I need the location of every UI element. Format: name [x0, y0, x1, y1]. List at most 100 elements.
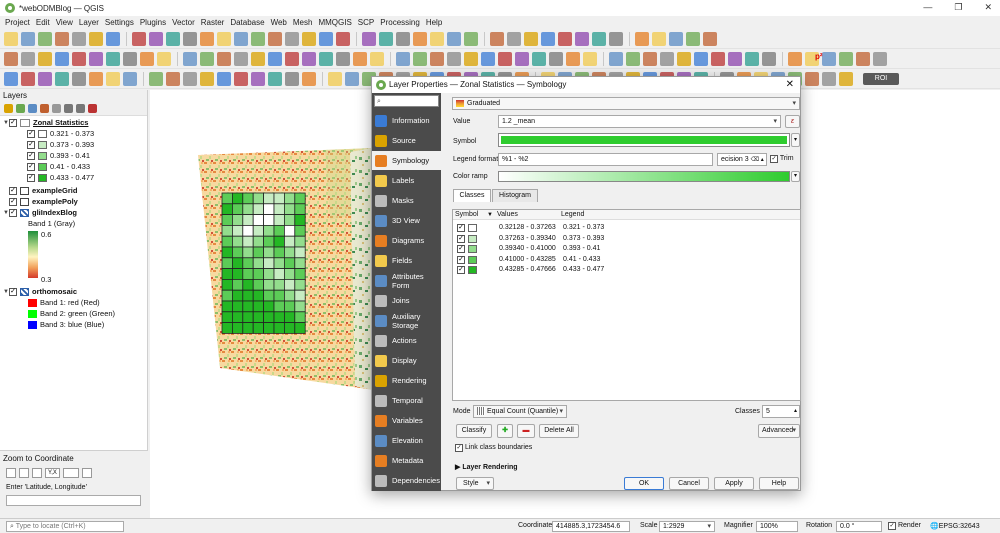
render-checkbox[interactable]: ✓ Render: [888, 522, 921, 530]
tab-classes[interactable]: Classes: [453, 189, 491, 202]
save-project-icon[interactable]: [38, 31, 52, 46]
color-ramp-dropdown[interactable]: ▾: [791, 171, 800, 182]
legend-class-item[interactable]: ✓ 0.41 - 0.433: [27, 162, 90, 172]
zoom-last-icon[interactable]: [149, 71, 163, 86]
sidebar-item-masks[interactable]: Masks: [372, 191, 441, 210]
zoom-layer-icon[interactable]: [157, 51, 171, 66]
new-project-icon[interactable]: [4, 31, 18, 46]
sidebar-item-3d-view[interactable]: 3D View: [372, 211, 441, 230]
temporal-controller-icon[interactable]: [822, 51, 836, 66]
symbol-dropdown[interactable]: ▾: [791, 133, 800, 147]
menu-plugins[interactable]: Plugins: [140, 18, 166, 27]
class-symbol-swatch[interactable]: [468, 255, 477, 264]
renderer-select[interactable]: Graduated: [452, 97, 800, 110]
map-tips-icon[interactable]: [464, 31, 478, 46]
ok-button[interactable]: OK: [624, 477, 664, 490]
class-visibility-checkbox[interactable]: ✓: [27, 163, 35, 171]
rotation-field[interactable]: 0.0 °: [836, 521, 882, 532]
zoom-to-icon[interactable]: [81, 468, 92, 478]
class-legend[interactable]: 0.393 - 0.41: [563, 244, 600, 254]
layer-gli-index[interactable]: ▼ ✓ gliIndexBlog: [3, 208, 77, 218]
layer-visibility-checkbox[interactable]: ✓: [9, 288, 17, 296]
zoom-next-icon[interactable]: [745, 51, 759, 66]
save-project-icon[interactable]: [575, 31, 589, 46]
print-layout-icon[interactable]: [72, 31, 86, 46]
attribute-table-icon[interactable]: [873, 51, 887, 66]
zoom-last-icon[interactable]: [200, 51, 214, 66]
menu-help[interactable]: Help: [426, 18, 442, 27]
statistics-icon[interactable]: [302, 71, 316, 86]
new-bookmark-icon[interactable]: [234, 51, 248, 66]
zonal-statistics-grid[interactable]: [221, 192, 306, 334]
class-visibility-checkbox[interactable]: ✓: [27, 174, 35, 182]
layer-zonal-statistics[interactable]: ▼ ✓ Zonal Statistics: [3, 118, 88, 128]
zoom-selection-icon[interactable]: [123, 71, 137, 86]
add-group-icon[interactable]: [16, 104, 25, 113]
delete-all-button[interactable]: Delete All: [539, 424, 579, 438]
refresh-icon[interactable]: [217, 71, 231, 86]
menu-processing[interactable]: Processing: [380, 18, 420, 27]
sidebar-item-actions[interactable]: Actions: [372, 331, 441, 350]
p2-icon[interactable]: p²: [815, 52, 823, 61]
identify-icon[interactable]: [839, 51, 853, 66]
style-manager-icon[interactable]: [4, 71, 18, 86]
layout-manager-icon[interactable]: [89, 31, 103, 46]
menu-mesh[interactable]: Mesh: [293, 18, 313, 27]
pan-icon[interactable]: [72, 51, 86, 66]
python-console-icon[interactable]: [507, 31, 521, 46]
legend-class-item[interactable]: ✓ 0.321 - 0.373: [27, 129, 94, 139]
zoom-in-icon[interactable]: [106, 51, 120, 66]
menu-mmqgis[interactable]: MMQGIS: [318, 18, 351, 27]
attribute-table-icon[interactable]: [822, 71, 836, 86]
legend-class-item[interactable]: ✓ 0.393 - 0.41: [27, 151, 90, 161]
menu-settings[interactable]: Settings: [105, 18, 134, 27]
open-project-icon[interactable]: [21, 31, 35, 46]
class-symbol-swatch[interactable]: [468, 234, 477, 243]
locator-search[interactable]: ⌕ Type to locate (Ctrl+K): [6, 521, 124, 532]
save-as-icon[interactable]: [532, 51, 546, 66]
link-class-boundaries-checkbox[interactable]: ✓ Link class boundaries: [455, 444, 532, 452]
class-enabled-checkbox[interactable]: ✓: [457, 234, 465, 243]
zoom-layer-icon[interactable]: [217, 31, 231, 46]
layer-visibility-checkbox[interactable]: ✓: [9, 209, 17, 217]
temporal-controller-icon[interactable]: [336, 31, 350, 46]
save-as-icon[interactable]: [4, 51, 18, 66]
text-annotation-icon[interactable]: [490, 31, 504, 46]
zoom-in-icon[interactable]: [643, 51, 657, 66]
class-legend[interactable]: 0.373 - 0.393: [563, 234, 604, 244]
manage-map-themes-icon[interactable]: [28, 104, 37, 113]
column-symbol[interactable]: Symbol: [455, 210, 478, 220]
sidebar-item-symbology[interactable]: Symbology: [372, 151, 441, 170]
class-legend[interactable]: 0.41 - 0.433: [563, 255, 600, 265]
sidebar-item-attributes-form[interactable]: Attributes Form: [372, 271, 441, 290]
class-values[interactable]: 0.43285 - 0.47666: [499, 265, 556, 275]
remove-layer-icon[interactable]: [88, 104, 97, 113]
color-ramp-button[interactable]: [498, 171, 790, 182]
print-layout-icon[interactable]: [21, 51, 35, 66]
menu-web[interactable]: Web: [271, 18, 287, 27]
zoom-in-icon[interactable]: [166, 31, 180, 46]
sidebar-item-variables[interactable]: Variables: [372, 411, 441, 430]
layout-manager-icon[interactable]: [635, 31, 649, 46]
zoom-layer-icon[interactable]: [694, 51, 708, 66]
filter-legend-icon[interactable]: [40, 104, 49, 113]
field-calculator-icon[interactable]: [328, 71, 342, 86]
layer-example-poly[interactable]: ✓ examplePoly: [3, 197, 78, 207]
zoom-full-icon[interactable]: [200, 31, 214, 46]
sidebar-item-joins[interactable]: Joins: [372, 291, 441, 310]
maximize-button[interactable]: ❐: [954, 2, 962, 13]
pan-to-selection-icon[interactable]: [686, 31, 700, 46]
classes-count-spinbox[interactable]: 5 ▴: [762, 405, 800, 418]
save-as-icon[interactable]: [55, 31, 69, 46]
show-bookmarks-icon[interactable]: [251, 51, 265, 66]
zoom-selection-icon[interactable]: [183, 51, 197, 66]
zoom-full-icon[interactable]: [677, 51, 691, 66]
sidebar-item-information[interactable]: Information: [372, 111, 441, 130]
show-bookmarks-icon[interactable]: [200, 71, 214, 86]
menu-layer[interactable]: Layer: [79, 18, 99, 27]
measure-icon[interactable]: [345, 71, 359, 86]
menu-edit[interactable]: Edit: [36, 18, 50, 27]
capture-coordinate-icon[interactable]: [6, 468, 16, 478]
pan-icon[interactable]: [132, 31, 146, 46]
zoom-out-icon[interactable]: [660, 51, 674, 66]
